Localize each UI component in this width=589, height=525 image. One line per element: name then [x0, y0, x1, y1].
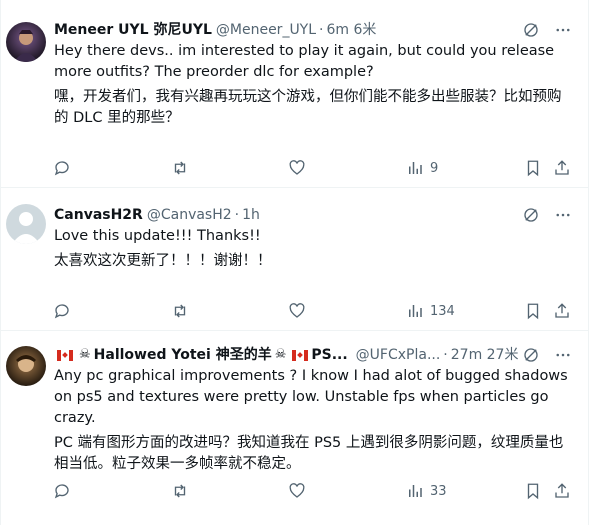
- timestamp[interactable]: 27m 27米: [451, 345, 519, 365]
- grok-icon[interactable]: [522, 206, 540, 224]
- user-handle[interactable]: @Meneer_UYL: [216, 20, 316, 40]
- bookmark-icon: [527, 160, 539, 177]
- post-text: Any pc graphical improvements ? I know I…: [54, 366, 572, 475]
- reply-button[interactable]: [53, 481, 71, 501]
- share-button[interactable]: [553, 158, 571, 178]
- share-button[interactable]: [553, 481, 571, 501]
- post-header: ☠ Hallowed Yotei 神圣的羊 ☠ PS... @UFCxPla..…: [54, 345, 572, 365]
- reply-button[interactable]: [53, 301, 71, 321]
- retweet-icon: [174, 484, 186, 498]
- bookmark-icon: [527, 483, 539, 500]
- post-actions: 33: [1, 481, 588, 501]
- avatar[interactable]: [6, 346, 46, 386]
- post-text-en: Love this update!!! Thanks!!: [54, 228, 261, 244]
- like-button[interactable]: [288, 481, 306, 501]
- more-icon[interactable]: [554, 206, 572, 224]
- bookmark-icon: [527, 303, 539, 320]
- retweet-button[interactable]: [171, 158, 189, 178]
- post-header: CanvasH2R @CanvasH2 · 1h: [54, 205, 572, 225]
- post-header-icons: [522, 205, 572, 225]
- post-header-icons: [522, 20, 572, 40]
- avatar[interactable]: [6, 204, 46, 244]
- more-icon[interactable]: [554, 346, 572, 364]
- display-name[interactable]: Hallowed Yotei 神圣的羊: [94, 345, 272, 365]
- grok-icon[interactable]: [522, 21, 540, 39]
- retweet-button[interactable]: [171, 301, 189, 321]
- display-name[interactable]: Meneer UYL 弥尼UYL: [54, 20, 212, 40]
- share-icon: [555, 483, 569, 498]
- reply-icon: [54, 161, 69, 176]
- skull-crossbones-icon: ☠: [79, 347, 91, 362]
- post-text-zh: 太喜欢这次更新了！！！谢谢！！: [54, 253, 272, 269]
- display-name-suffix[interactable]: PS...: [311, 345, 347, 365]
- timestamp[interactable]: 1h: [242, 205, 260, 225]
- views-button[interactable]: 33: [406, 481, 447, 501]
- post-2[interactable]: CanvasH2R @CanvasH2 · 1h Love this updat…: [1, 188, 588, 331]
- like-button[interactable]: [288, 301, 306, 321]
- post-header: Meneer UYL 弥尼UYL @Meneer_UYL · 6m 6米: [54, 20, 572, 40]
- views-count: 134: [430, 303, 455, 319]
- avatar[interactable]: [6, 22, 46, 62]
- retweet-icon: [174, 161, 186, 175]
- like-icon: [289, 483, 305, 498]
- reply-button[interactable]: [53, 158, 71, 178]
- post-text-zh: PC 端有图形方面的改进吗？我知道我在 PS5 上遇到很多阴影问题，纹理质量也相…: [54, 435, 564, 472]
- like-icon: [289, 303, 305, 318]
- user-handle[interactable]: @UFCxPla...: [356, 345, 441, 365]
- post-1[interactable]: Meneer UYL 弥尼UYL @Meneer_UYL · 6m 6米 Hey…: [1, 0, 588, 188]
- views-icon: [409, 162, 422, 174]
- bookmark-button[interactable]: [524, 301, 542, 321]
- post-text-en: Any pc graphical improvements ? I know I…: [54, 368, 568, 426]
- skull-crossbones-icon: ☠: [274, 347, 287, 362]
- views-count: 33: [430, 483, 447, 499]
- user-handle[interactable]: @CanvasH2: [147, 205, 232, 225]
- post-text: Hey there devs.. im interested to play i…: [54, 41, 572, 129]
- share-icon: [555, 160, 569, 175]
- like-icon: [289, 160, 305, 175]
- views-button[interactable]: 134: [406, 301, 455, 321]
- more-icon[interactable]: [554, 21, 572, 39]
- retweet-icon: [174, 304, 186, 318]
- share-icon: [555, 303, 569, 318]
- post-header-icons: [522, 345, 572, 365]
- display-name[interactable]: CanvasH2R: [54, 205, 143, 225]
- post-text-zh: 嘿，开发者们，我有兴趣再玩玩这个游戏，但你们能不能多出些服装？比如预购的 DLC…: [54, 89, 562, 126]
- like-button[interactable]: [288, 158, 306, 178]
- views-icon: [409, 305, 422, 317]
- post-text-en: Hey there devs.. im interested to play i…: [54, 43, 555, 80]
- post-actions: 9: [1, 158, 588, 178]
- views-icon: [409, 485, 422, 497]
- post-3[interactable]: ☠ Hallowed Yotei 神圣的羊 ☠ PS... @UFCxPla..…: [1, 331, 588, 525]
- bookmark-button[interactable]: [524, 158, 542, 178]
- post-text: Love this update!!! Thanks!! 太喜欢这次更新了！！！…: [54, 226, 572, 272]
- canada-flag-icon: [292, 349, 309, 361]
- post-actions: 134: [1, 301, 588, 321]
- separator-dot: ·: [234, 207, 240, 223]
- grok-icon[interactable]: [522, 346, 540, 364]
- retweet-button[interactable]: [171, 481, 189, 501]
- views-button[interactable]: 9: [406, 158, 438, 178]
- views-count: 9: [430, 160, 439, 176]
- canada-flag-icon: [57, 349, 73, 361]
- reply-icon: [54, 484, 69, 499]
- timestamp[interactable]: 6m 6米: [327, 20, 377, 40]
- separator-dot: ·: [443, 347, 448, 363]
- separator-dot: ·: [319, 22, 324, 38]
- reply-icon: [54, 304, 69, 319]
- bookmark-button[interactable]: [524, 481, 542, 501]
- reply-feed: Meneer UYL 弥尼UYL @Meneer_UYL · 6m 6米 Hey…: [0, 0, 589, 525]
- share-button[interactable]: [553, 301, 571, 321]
